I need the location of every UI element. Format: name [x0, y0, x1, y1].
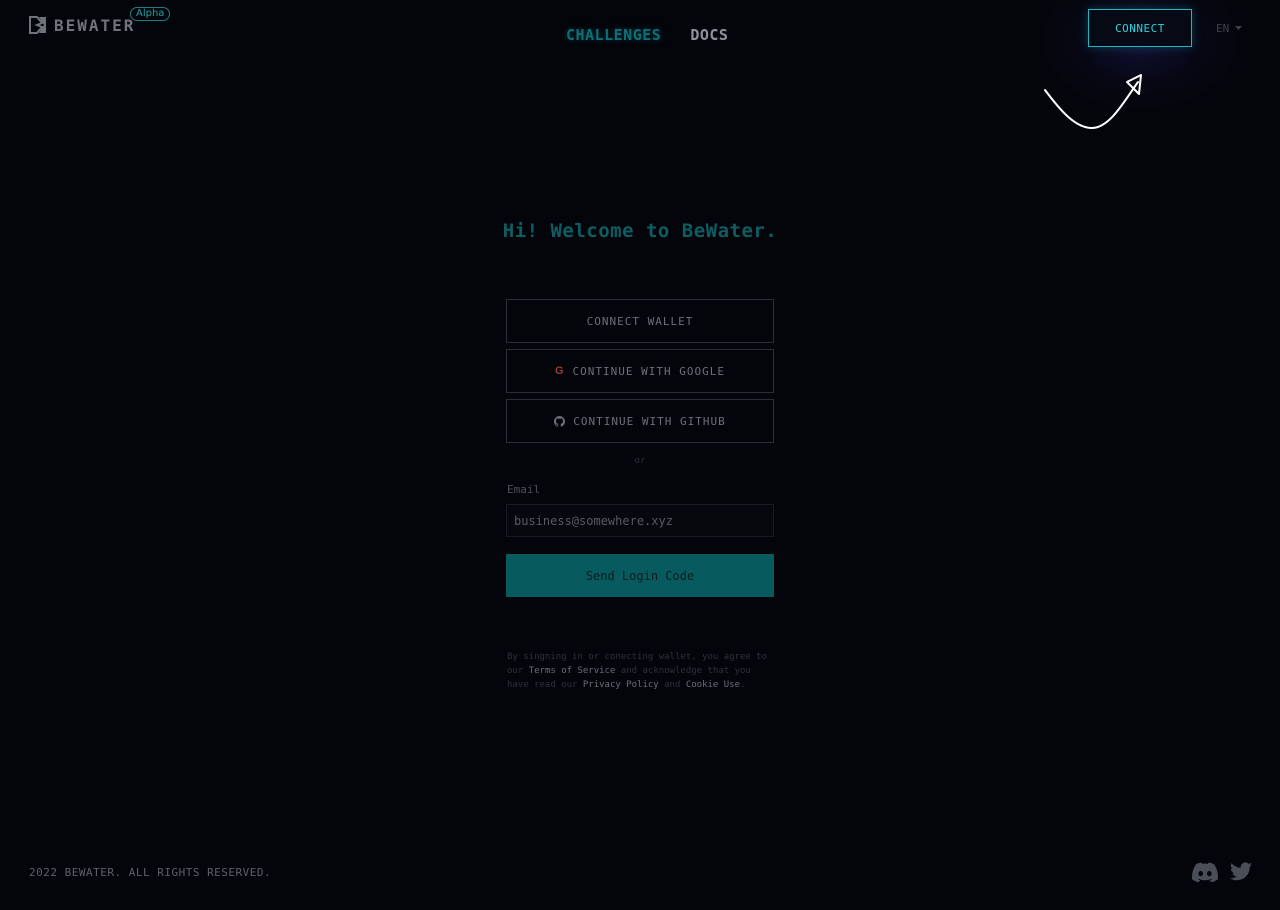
- github-login-label: CONTINUE WITH GITHUB: [573, 414, 726, 428]
- email-input[interactable]: business@somewhere.xyz: [506, 504, 774, 537]
- github-icon: [554, 415, 566, 427]
- hand-drawn-arrow-icon: [1044, 74, 1142, 130]
- google-login-label: CONTINUE WITH GOOGLE: [572, 364, 725, 378]
- header: BEWATER Alpha CHALLENGES DOCS CONNECT EN: [0, 0, 1280, 110]
- alpha-badge: Alpha: [130, 7, 171, 21]
- bewater-logo-icon: [29, 16, 46, 34]
- connect-button[interactable]: CONNECT: [1088, 9, 1192, 47]
- discord-icon[interactable]: [1192, 862, 1218, 882]
- connect-wallet-label: CONNECT WALLET: [586, 314, 694, 328]
- google-login-button[interactable]: G CONTINUE WITH GOOGLE: [506, 349, 774, 393]
- google-icon: G: [554, 365, 565, 377]
- twitter-icon[interactable]: [1230, 862, 1252, 881]
- main-nav: CHALLENGES DOCS: [566, 26, 728, 44]
- copyright: 2022 BEWATER. ALL RIGHTS RESERVED.: [29, 866, 272, 879]
- github-login-button[interactable]: CONTINUE WITH GITHUB: [506, 399, 774, 443]
- brand-name: BEWATER: [54, 15, 136, 35]
- language-selector[interactable]: EN: [1216, 22, 1243, 35]
- cookie-link[interactable]: Cookie Use: [686, 680, 740, 690]
- or-divider: or: [634, 456, 646, 466]
- legal-notice: By singning in or conecting wallet, you …: [507, 650, 777, 692]
- caret-down-icon: [1235, 26, 1243, 30]
- legal-text: .: [740, 680, 746, 690]
- privacy-link[interactable]: Privacy Policy: [583, 680, 659, 690]
- nav-challenges[interactable]: CHALLENGES: [566, 26, 661, 44]
- send-login-code-button[interactable]: Send Login Code: [506, 554, 774, 597]
- welcome-heading: Hi! Welcome to BeWater.: [502, 220, 778, 242]
- email-label: Email: [507, 483, 541, 496]
- language-label: EN: [1216, 22, 1230, 35]
- legal-text: and: [658, 680, 686, 690]
- nav-docs[interactable]: DOCS: [690, 26, 728, 44]
- logo[interactable]: BEWATER: [28, 14, 135, 36]
- connect-wallet-button[interactable]: CONNECT WALLET: [506, 299, 774, 343]
- terms-link[interactable]: Terms of Service: [529, 666, 616, 676]
